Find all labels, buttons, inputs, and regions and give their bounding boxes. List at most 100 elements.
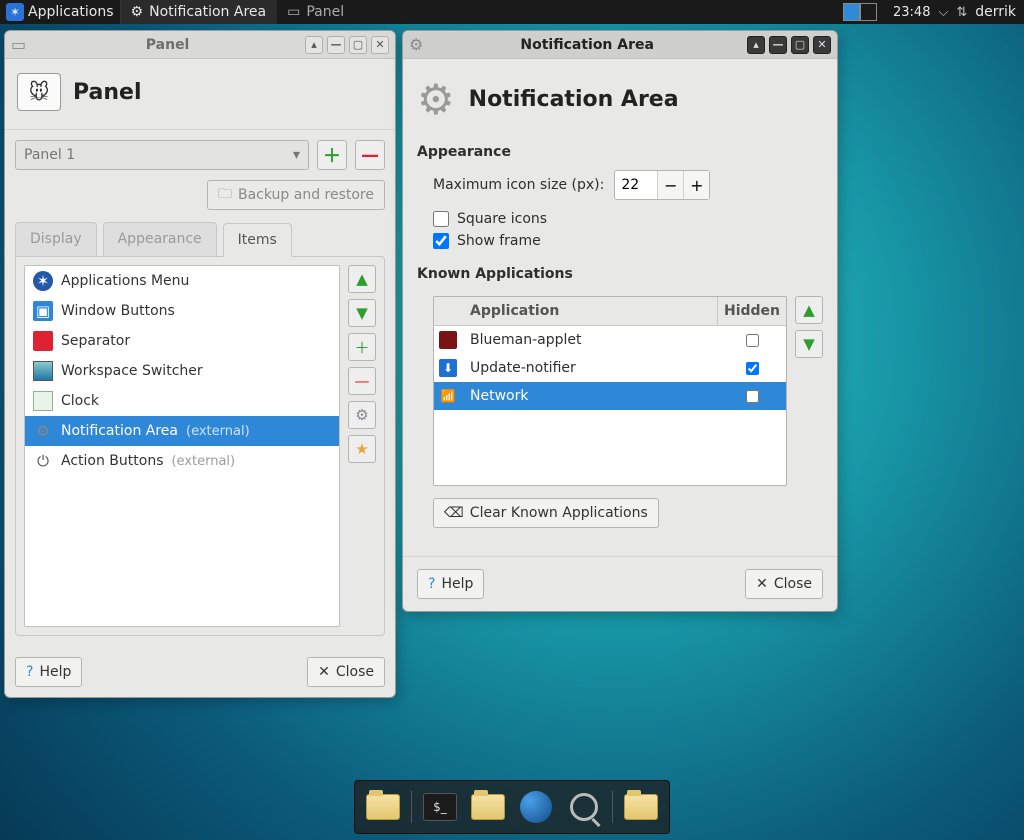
window-minimize-button[interactable]: — (327, 36, 345, 54)
help-label: Help (441, 576, 473, 592)
remove-panel-button[interactable]: — (355, 140, 385, 170)
list-item[interactable]: ▣Window Buttons (25, 296, 339, 326)
workspace-switcher[interactable] (843, 3, 877, 21)
move-up-button[interactable]: ▲ (348, 265, 376, 293)
list-item-label: Notification Area (61, 423, 178, 439)
table-header: Application Hidden (434, 297, 786, 326)
applications-menu-icon: ✶ (33, 271, 53, 291)
square-icons-input[interactable] (433, 211, 449, 227)
window-close-button[interactable]: ✕ (371, 36, 389, 54)
panel-selector-combo[interactable]: Panel 1 ▾ (15, 140, 309, 170)
hidden-checkbox[interactable] (746, 390, 759, 403)
xfce-foot-icon: ✶ (6, 3, 24, 21)
list-item[interactable]: Separator (25, 326, 339, 356)
window-maximize-button[interactable]: ▢ (791, 36, 809, 54)
bluetooth-icon[interactable]: ⌵ (938, 5, 948, 20)
item-properties-button[interactable]: ⚙ (348, 401, 376, 429)
hidden-checkbox[interactable] (746, 334, 759, 347)
window-keep-above-button[interactable]: ▴ (747, 36, 765, 54)
taskbar-item-label: Notification Area (149, 4, 266, 20)
applications-menu[interactable]: ✶ Applications (0, 0, 120, 24)
home-folder-icon (471, 794, 505, 820)
spinner-increase-button[interactable]: + (683, 171, 709, 199)
separator-icon (33, 331, 53, 351)
tab-appearance[interactable]: Appearance (103, 222, 217, 256)
window-maximize-button[interactable]: ▢ (349, 36, 367, 54)
list-item[interactable]: ⏻Action Buttons (external) (25, 446, 339, 476)
backup-restore-button[interactable]: 🗀 Backup and restore (207, 180, 385, 210)
window-close-button[interactable]: ✕ (813, 36, 831, 54)
network-icon[interactable]: ⇅ (956, 5, 967, 20)
items-list[interactable]: ✶ Applications Menu ▣Window Buttons Separ… (24, 265, 340, 627)
window-minimize-button[interactable]: — (769, 36, 787, 54)
app-move-down-button[interactable]: ▼ (795, 330, 823, 358)
known-apps-section-title: Known Applications (403, 252, 837, 290)
show-frame-input[interactable] (433, 233, 449, 249)
external-tag: (external) (171, 454, 235, 469)
col-application[interactable]: Application (462, 297, 718, 325)
tab-display[interactable]: Display (15, 222, 97, 256)
table-row[interactable]: ⬇ Update-notifier (434, 354, 786, 382)
max-icon-size-label: Maximum icon size (px): (433, 177, 604, 193)
gear-icon: ⚙ (131, 4, 144, 20)
dock-folder[interactable] (619, 787, 663, 827)
square-icons-checkbox[interactable]: Square icons (403, 208, 837, 230)
update-notifier-icon: ⬇ (439, 359, 457, 377)
known-apps-table[interactable]: Application Hidden Blueman-applet ⬇ Upda… (433, 296, 787, 486)
help-button[interactable]: ? Help (417, 569, 484, 599)
chevron-down-icon: ▾ (293, 147, 300, 163)
titlebar[interactable]: ▭ Panel ▴ — ▢ ✕ (5, 31, 395, 59)
help-label: Help (39, 664, 71, 680)
titlebar[interactable]: ⚙ Notification Area ▴ — ▢ ✕ (403, 31, 837, 59)
clock-icon (33, 391, 53, 411)
col-hidden[interactable]: Hidden (718, 297, 786, 325)
power-icon: ⏻ (33, 451, 53, 471)
close-button[interactable]: ✕ Close (307, 657, 385, 687)
clear-label: Clear Known Applications (470, 505, 648, 521)
gear-icon: ⚙ (409, 35, 423, 54)
table-row[interactable]: 📶 Network (434, 382, 786, 410)
max-icon-size-input[interactable] (615, 177, 657, 193)
window-buttons-icon: ▣ (33, 301, 53, 321)
dock-home[interactable] (466, 787, 510, 827)
dock-file-manager[interactable] (361, 787, 405, 827)
remove-item-button[interactable]: — (348, 367, 376, 395)
help-icon: ? (428, 576, 435, 592)
close-label: Close (336, 664, 374, 680)
list-item-label: Applications Menu (61, 273, 189, 289)
show-frame-checkbox[interactable]: Show frame (403, 230, 837, 252)
clear-icon: ⌫ (444, 505, 464, 521)
app-move-up-button[interactable]: ▲ (795, 296, 823, 324)
dock-web-browser[interactable] (514, 787, 558, 827)
help-button[interactable]: ? Help (15, 657, 82, 687)
list-item[interactable]: ✶ Applications Menu (25, 266, 339, 296)
spinner-decrease-button[interactable]: − (657, 171, 683, 199)
taskbar-item-panel[interactable]: ▭ Panel (276, 0, 354, 24)
item-about-button[interactable]: ★ (348, 435, 376, 463)
taskbar-item-notification-area[interactable]: ⚙ Notification Area (120, 0, 277, 24)
close-button[interactable]: ✕ Close (745, 569, 823, 599)
dock-terminal[interactable]: $_ (418, 787, 462, 827)
list-item[interactable]: ⚙Notification Area (external) (25, 416, 339, 446)
panel-header-icon: 🐭 (17, 73, 61, 111)
clear-known-apps-button[interactable]: ⌫ Clear Known Applications (433, 498, 659, 528)
hidden-checkbox[interactable] (746, 362, 759, 375)
username-label[interactable]: derrik (975, 4, 1016, 20)
panel-clock[interactable]: 23:48 (893, 5, 930, 20)
taskbar-item-label: Panel (306, 4, 344, 20)
window-title: Notification Area (427, 37, 747, 53)
notification-area-window: ⚙ Notification Area ▴ — ▢ ✕ ⚙ Notificati… (402, 30, 838, 612)
list-item[interactable]: Workspace Switcher (25, 356, 339, 386)
list-item[interactable]: Clock (25, 386, 339, 416)
tab-items[interactable]: Items (223, 223, 292, 257)
max-icon-size-spinner[interactable]: − + (614, 170, 710, 200)
gear-large-icon: ⚙ (417, 75, 455, 124)
list-item-label: Workspace Switcher (61, 363, 203, 379)
add-panel-button[interactable]: ＋ (317, 140, 347, 170)
tabs: Display Appearance Items (5, 222, 395, 256)
table-row[interactable]: Blueman-applet (434, 326, 786, 354)
dock-search[interactable] (562, 787, 606, 827)
window-keep-above-button[interactable]: ▴ (305, 36, 323, 54)
add-item-button[interactable]: ＋ (348, 333, 376, 361)
move-down-button[interactable]: ▼ (348, 299, 376, 327)
